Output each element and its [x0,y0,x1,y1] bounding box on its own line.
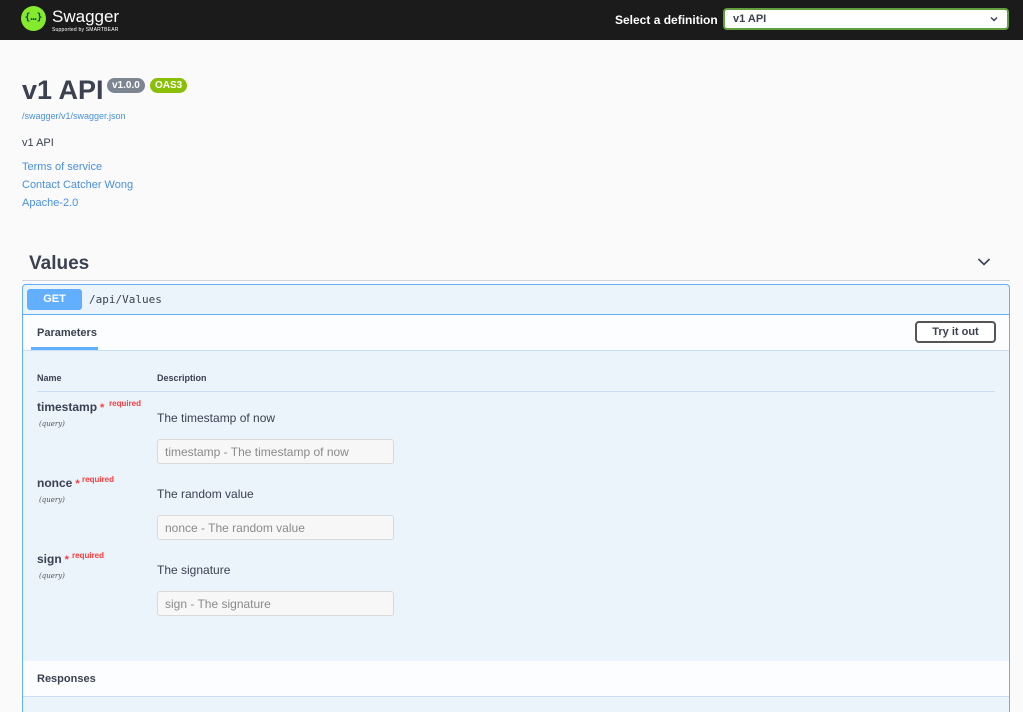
param-required: required [82,475,115,484]
param-name: nonce * [37,476,80,490]
chevron-down-icon[interactable] [977,257,991,267]
param-description: The timestamp of now [157,411,276,425]
spec-url-link[interactable]: /swagger/v1/swagger.json [22,111,126,121]
version-badge: v1.0.0 [107,78,145,93]
param-name: sign * [37,552,69,566]
operation-summary[interactable]: GET /api/Values [23,285,1009,315]
swagger-logo[interactable]: {…} Swagger Supported by SMARTBEAR [21,5,161,35]
definition-select[interactable]: v1 API [723,8,1009,30]
contact-link[interactable]: Contact Catcher Wong [22,179,133,191]
swagger-logo-icon: {…} [21,6,46,31]
table-header-divider [37,391,995,392]
tag-divider [22,280,1010,281]
tag-title[interactable]: Values [29,253,89,275]
logo-text: Swagger [52,7,120,26]
param-location: (query) [39,420,65,428]
responses-header: Responses [23,661,1009,697]
tab-underline [31,347,98,350]
param-description: The signature [157,563,231,577]
logo-subtitle: Supported by SMARTBEAR [52,27,119,33]
sign-field[interactable] [158,592,393,615]
chevron-down-icon [990,16,998,22]
definition-select-value: v1 API [733,13,767,25]
param-location: (query) [39,496,65,504]
nonce-field[interactable] [158,516,393,539]
method-badge: GET [27,289,82,310]
param-location: (query) [39,572,65,580]
operation-path: /api/Values [89,293,162,306]
terms-of-service-link[interactable]: Terms of service [22,161,102,173]
try-it-out-button[interactable]: Try it out [915,321,996,343]
parameters-header: Parameters Try it out [23,315,1009,351]
timestamp-field[interactable] [158,440,393,463]
operation-block: GET /api/Values Parameters Try it out Na… [22,284,1010,712]
timestamp-input[interactable] [157,439,394,464]
nonce-input[interactable] [157,515,394,540]
column-header-description: Description [157,373,207,383]
param-required: required [109,399,142,408]
param-name: timestamp * [37,400,105,414]
oas-badge: OAS3 [150,78,188,93]
tab-parameters[interactable]: Parameters [37,327,97,339]
sign-input[interactable] [157,591,394,616]
select-definition-label: Select a definition [615,13,718,27]
column-header-name: Name [37,373,62,383]
api-description: v1 API [22,137,54,149]
param-description: The random value [157,487,254,501]
license-link[interactable]: Apache-2.0 [22,197,78,209]
param-required: required [72,551,105,560]
topbar: {…} Swagger Supported by SMARTBEAR Selec… [0,0,1023,40]
responses-title: Responses [37,673,96,685]
api-title: v1 API [22,75,104,105]
